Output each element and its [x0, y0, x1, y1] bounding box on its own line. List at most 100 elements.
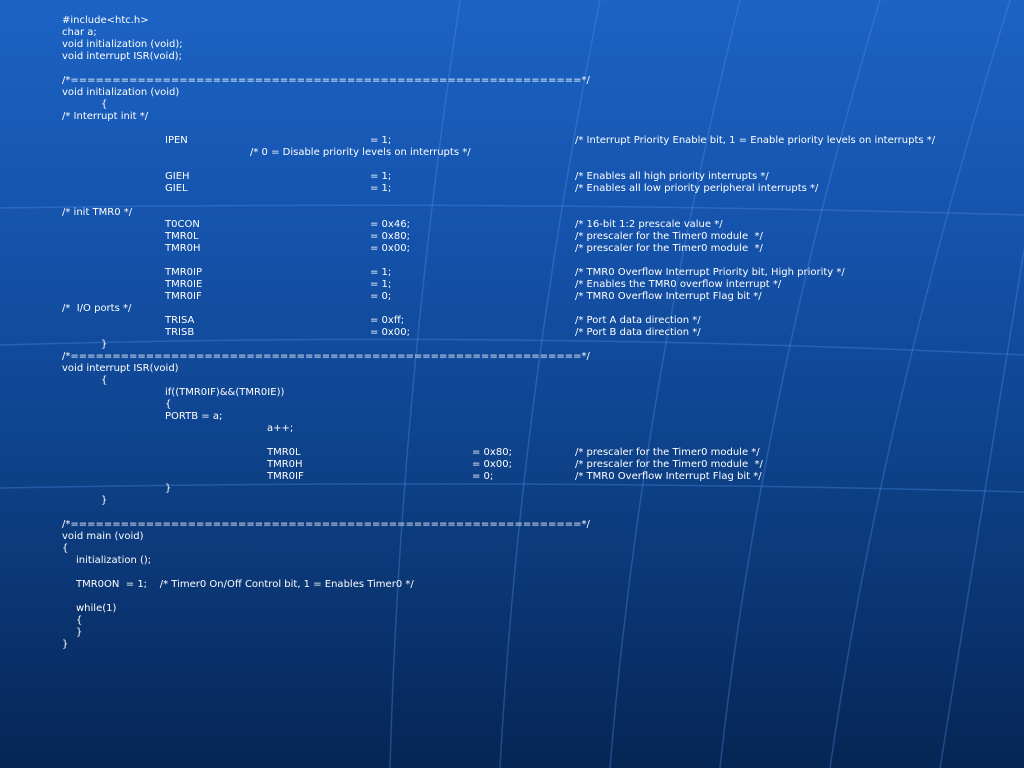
code-text: PORTB = a;: [165, 411, 223, 422]
code-comment: /* init TMR0 */: [62, 207, 133, 218]
code-text: {: [76, 615, 83, 626]
code-line: if((TMR0IF)&&(TMR0IE)): [0, 387, 1024, 399]
code-text: }: [101, 339, 108, 350]
code-comment: /* prescaler for the Timer0 module */: [575, 459, 763, 470]
code-line: /* Interrupt init */: [0, 111, 1024, 123]
code-line: TMR0L = 0x80; /* prescaler for the Timer…: [0, 447, 1024, 459]
code-line: {: [0, 615, 1024, 627]
register-value: = 0x00;: [370, 243, 410, 254]
code-text: while(1): [76, 603, 117, 614]
register-name: T0CON: [165, 219, 200, 230]
code-line: void initialization (void): [0, 87, 1024, 99]
code-line: PORTB = a;: [0, 411, 1024, 423]
code-line: TMR0ON = 1; /* Timer0 On/Off Control bit…: [0, 579, 1024, 591]
code-text: void interrupt ISR(void);: [62, 51, 182, 62]
code-line: /*======================================…: [0, 519, 1024, 531]
code-line: }: [0, 495, 1024, 507]
code-line: void interrupt ISR(void): [0, 363, 1024, 375]
register-name: TMR0IP: [165, 267, 203, 278]
code-text: {: [165, 399, 172, 410]
code-text: if((TMR0IF)&&(TMR0IE)): [165, 387, 285, 398]
code-line: /*======================================…: [0, 75, 1024, 87]
code-line: TMR0L = 0x80; /* prescaler for the Timer…: [0, 231, 1024, 243]
register-value: = 1;: [370, 267, 392, 278]
code-line: /*======================================…: [0, 351, 1024, 363]
code-text: {: [101, 375, 108, 386]
register-value: = 0xff;: [370, 315, 405, 326]
code-line: T0CON = 0x46; /* 16-bit 1:2 prescale val…: [0, 219, 1024, 231]
register-name: GIEH: [165, 171, 190, 182]
code-comment: /* Enables all high priority interrupts …: [575, 171, 769, 182]
code-line: }: [0, 639, 1024, 651]
code-text: a++;: [267, 423, 294, 434]
code-line: void interrupt ISR(void);: [0, 51, 1024, 63]
register-value: = 1;: [370, 171, 392, 182]
code-line: TMR0IE = 1; /* Enables the TMR0 overflow…: [0, 279, 1024, 291]
code-text: }: [165, 483, 172, 494]
register-name: TMR0H: [165, 243, 201, 254]
code-text: TMR0ON = 1; /* Timer0 On/Off Control bit…: [76, 579, 414, 590]
code-text: {: [101, 99, 108, 110]
register-name: TMR0H: [267, 459, 303, 470]
code-line: #include<htc.h>: [0, 15, 1024, 27]
register-value: = 0x00;: [370, 327, 410, 338]
code-line: TMR0IP = 1; /* TMR0 Overflow Interrupt P…: [0, 267, 1024, 279]
code-text: void main (void): [62, 531, 144, 542]
code-line: TMR0IF = 0; /* TMR0 Overflow Interrupt F…: [0, 291, 1024, 303]
code-line: }: [0, 339, 1024, 351]
code-line: initialization ();: [0, 555, 1024, 567]
code-text: char a;: [62, 27, 97, 38]
register-value: = 1;: [370, 279, 392, 290]
code-comment: /* prescaler for the Timer0 module */: [575, 243, 763, 254]
register-name: GIEL: [165, 183, 188, 194]
register-value: = 0x80;: [472, 447, 512, 458]
code-comment: /* I/O ports */: [62, 303, 132, 314]
code-comment: /* TMR0 Overflow Interrupt Flag bit */: [575, 471, 762, 482]
separator-comment: /*======================================…: [62, 519, 590, 530]
code-line: {: [0, 375, 1024, 387]
code-line: TRISB = 0x00; /* Port B data direction *…: [0, 327, 1024, 339]
code-comment: /* 16-bit 1:2 prescale value */: [575, 219, 723, 230]
register-name: TMR0IF: [165, 291, 202, 302]
separator-comment: /*======================================…: [62, 75, 590, 86]
code-comment: /* prescaler for the Timer0 module */: [575, 231, 763, 242]
code-line: GIEL = 1; /* Enables all low priority pe…: [0, 183, 1024, 195]
code-comment: /* TMR0 Overflow Interrupt Priority bit,…: [575, 267, 845, 278]
code-text: {: [62, 543, 69, 554]
code-comment: /* Enables the TMR0 overflow interrupt *…: [575, 279, 782, 290]
code-line: }: [0, 627, 1024, 639]
code-comment: /* prescaler for the Timer0 module */: [575, 447, 760, 458]
code-text: initialization ();: [76, 555, 152, 566]
register-value: = 1;: [370, 183, 392, 194]
code-comment: /* Interrupt Priority Enable bit, 1 = En…: [575, 135, 936, 146]
register-name: IPEN: [165, 135, 188, 146]
code-line: void initialization (void);: [0, 39, 1024, 51]
code-text: }: [101, 495, 108, 506]
code-line: TMR0H = 0x00; /* prescaler for the Timer…: [0, 459, 1024, 471]
register-name: TMR0IF: [267, 471, 304, 482]
register-name: TMR0L: [267, 447, 301, 458]
code-comment: /* Port B data direction */: [575, 327, 701, 338]
code-line: GIEH = 1; /* Enables all high priority i…: [0, 171, 1024, 183]
code-text: void interrupt ISR(void): [62, 363, 179, 374]
code-line: }: [0, 483, 1024, 495]
register-value: = 0x46;: [370, 219, 410, 230]
code-comment: /* TMR0 Overflow Interrupt Flag bit */: [575, 291, 762, 302]
register-name: TRISB: [165, 327, 195, 338]
code-line: {: [0, 399, 1024, 411]
code-text: #include<htc.h>: [62, 15, 149, 26]
code-line: IPEN = 1; /* Interrupt Priority Enable b…: [0, 135, 1024, 147]
code-comment: /* Interrupt init */: [62, 111, 149, 122]
code-line: /* 0 = Disable priority levels on interr…: [0, 147, 1024, 159]
register-value: = 0;: [472, 471, 494, 482]
code-text: }: [62, 639, 69, 650]
code-text: void initialization (void);: [62, 39, 183, 50]
code-comment: /* Port A data direction */: [575, 315, 701, 326]
code-line: {: [0, 543, 1024, 555]
code-comment: /* 0 = Disable priority levels on interr…: [250, 147, 471, 158]
register-name: TMR0IE: [165, 279, 203, 290]
register-value: = 0x00;: [472, 459, 512, 470]
code-listing: #include<htc.h> char a; void initializat…: [0, 0, 1024, 768]
code-text: void initialization (void): [62, 87, 180, 98]
code-line: /* init TMR0 */: [0, 207, 1024, 219]
